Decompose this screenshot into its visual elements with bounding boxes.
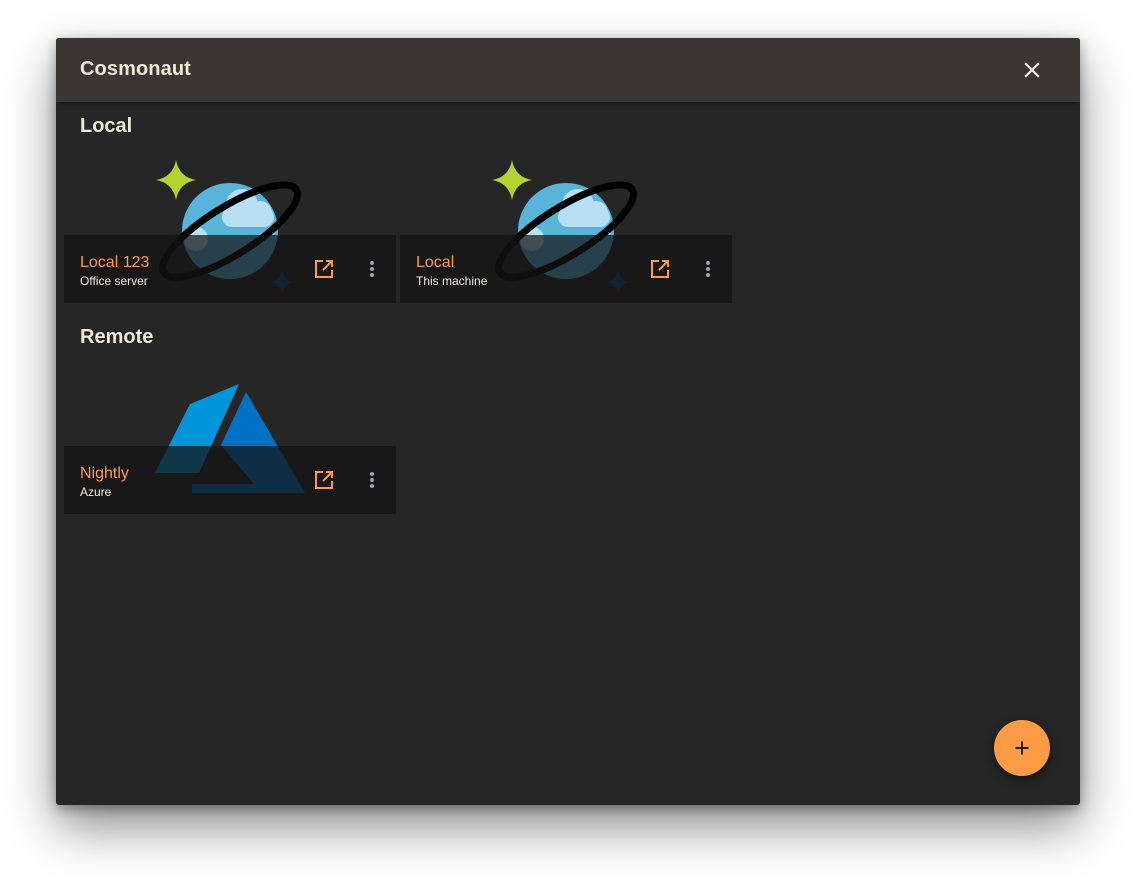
open-in-new-icon (315, 471, 333, 489)
card-subtitle: This machine (416, 274, 488, 288)
close-icon (1024, 62, 1040, 78)
connection-card[interactable]: Nightly Azure (64, 364, 396, 514)
card-bar: Local 123 Office server (64, 235, 396, 303)
more-vert-icon (370, 261, 374, 277)
card-title: Local (416, 254, 455, 271)
more-options-button[interactable] (694, 255, 722, 283)
plus-icon (1015, 741, 1029, 755)
open-in-new-icon (651, 260, 669, 278)
more-options-button[interactable] (358, 255, 386, 283)
app-window: Cosmonaut Local Local 123 Office server … (56, 38, 1080, 805)
app-title: Cosmonaut (80, 58, 191, 80)
connection-card[interactable]: Local 123 Office server (64, 153, 396, 303)
title-bar: Cosmonaut (56, 38, 1080, 102)
more-vert-icon (370, 472, 374, 488)
card-title: Local 123 (80, 254, 150, 271)
card-subtitle: Azure (80, 485, 112, 499)
section-title-local: Local (80, 115, 133, 137)
open-connection-button[interactable] (310, 466, 338, 494)
add-connection-button[interactable] (994, 720, 1050, 776)
more-options-button[interactable] (358, 466, 386, 494)
open-connection-button[interactable] (646, 255, 674, 283)
more-vert-icon (706, 261, 710, 277)
section-title-remote: Remote (80, 326, 154, 348)
close-button[interactable] (1012, 50, 1052, 90)
card-bar: Local This machine (400, 235, 732, 303)
card-bar: Nightly Azure (64, 446, 396, 514)
open-in-new-icon (315, 260, 333, 278)
connection-card[interactable]: Local This machine (400, 153, 732, 303)
card-title: Nightly (80, 465, 129, 482)
card-subtitle: Office server (80, 274, 148, 288)
open-connection-button[interactable] (310, 255, 338, 283)
